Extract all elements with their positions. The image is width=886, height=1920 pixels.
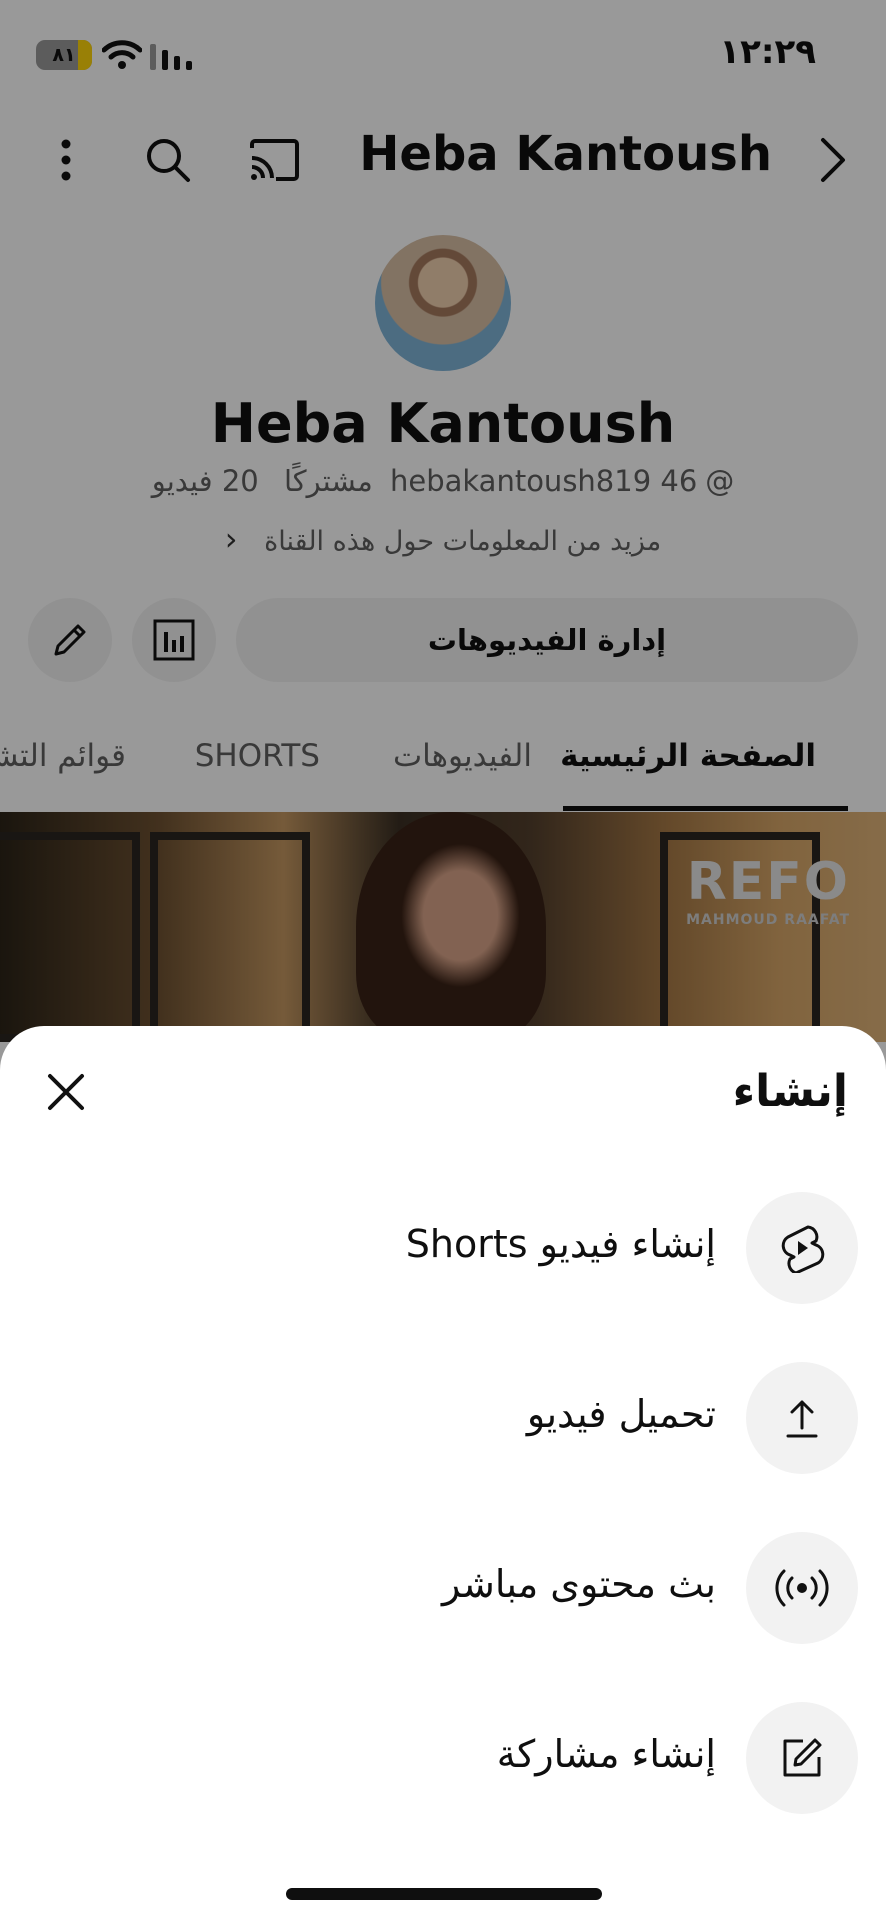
home-indicator[interactable] xyxy=(286,1888,602,1900)
shorts-icon xyxy=(746,1192,858,1304)
create-post-icon xyxy=(746,1702,858,1814)
go-live-option[interactable]: بث محتوى مباشر xyxy=(0,1522,886,1652)
create-shorts-option[interactable]: إنشاء فيديو Shorts xyxy=(0,1182,886,1312)
create-shorts-label: إنشاء فيديو Shorts xyxy=(405,1222,716,1266)
create-sheet: إنشاء إنشاء فيديو Shorts تحميل فيديو بث … xyxy=(0,1026,886,1920)
upload-video-label: تحميل فيديو xyxy=(526,1392,716,1436)
upload-icon xyxy=(746,1362,858,1474)
screen: ٨١ ١٢:٢٩ Heba Kantoush Heba Kantoush @he… xyxy=(0,0,886,1920)
live-icon xyxy=(746,1532,858,1644)
go-live-label: بث محتوى مباشر xyxy=(442,1562,716,1606)
close-button[interactable] xyxy=(36,1062,96,1122)
sheet-title: إنشاء xyxy=(732,1066,848,1117)
create-post-label: إنشاء مشاركة xyxy=(496,1732,716,1776)
create-post-option[interactable]: إنشاء مشاركة xyxy=(0,1692,886,1822)
close-icon xyxy=(48,1074,84,1110)
upload-video-option[interactable]: تحميل فيديو xyxy=(0,1352,886,1482)
